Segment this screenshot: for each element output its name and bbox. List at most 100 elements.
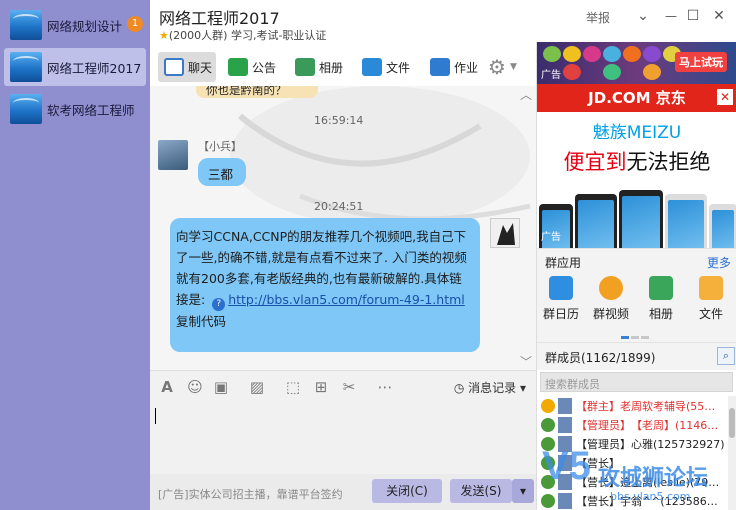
send-options-chevron-icon[interactable]: ▾ bbox=[512, 479, 534, 503]
member-item[interactable]: 【营长】 追上离(leslie)(79… bbox=[541, 472, 725, 492]
text-caret bbox=[155, 408, 156, 424]
tab-homework[interactable]: 作业 bbox=[430, 52, 478, 82]
message-line: 接是: bbox=[176, 292, 206, 307]
conversation-item-soft-exam-network-engineer[interactable]: 软考网络工程师 bbox=[4, 90, 146, 128]
message-bubble-self[interactable]: 向学习CCNA,CCNP的朋友推荐几个视频吧,我自己下 了一些,的确不错,就是有… bbox=[170, 218, 480, 352]
chat-area[interactable]: 你也是黔南的？ 16:59:14 【小兵】 三都 20:24:51 向学习CCN… bbox=[150, 86, 536, 370]
screenshot-icon[interactable]: ⬚ bbox=[284, 378, 302, 396]
tab-bar: 聊天 公告 相册 文件 作业 ⚙ ▼ bbox=[150, 48, 536, 84]
app-files[interactable]: 文件 bbox=[687, 276, 735, 322]
member-icon bbox=[541, 456, 555, 470]
report-button[interactable]: 举报 bbox=[586, 9, 610, 26]
member-list-scrollbar[interactable] bbox=[728, 396, 736, 510]
message-input[interactable] bbox=[150, 402, 536, 474]
emoji-icon[interactable]: ☺ bbox=[186, 378, 204, 396]
cut-icon[interactable]: ✂ bbox=[340, 378, 358, 396]
ad-text-link[interactable]: [广告]实体公司招主播，靠谱平台签约 bbox=[158, 486, 343, 502]
tab-label: 作业 bbox=[454, 60, 479, 75]
shield-icon: ? bbox=[212, 298, 226, 311]
clock-icon: ◷ bbox=[453, 381, 469, 395]
tab-label: 聊天 bbox=[188, 60, 213, 75]
member-icon bbox=[541, 494, 555, 508]
copy-code-link[interactable]: 复制代码 bbox=[176, 311, 474, 332]
tab-album[interactable]: 相册 bbox=[295, 52, 343, 82]
conversation-item-network-planning[interactable]: 网络规划设计 1 bbox=[4, 6, 146, 44]
close-chat-button[interactable]: 关闭(C) bbox=[372, 479, 442, 503]
member-item[interactable]: 【管理员】 心雅(125732927) bbox=[541, 434, 725, 454]
group-members-header: 群成员(1162/1899) ⌕ bbox=[537, 342, 736, 370]
member-item[interactable]: 【营长】 宇翁^^(123586… bbox=[541, 491, 725, 510]
scroll-up-icon[interactable]: ︿ bbox=[520, 86, 532, 103]
member-role: 【营长】 bbox=[576, 476, 620, 489]
scroll-down-icon[interactable]: ﹀ bbox=[520, 353, 532, 370]
fruit-icon bbox=[643, 46, 661, 62]
message-history-button[interactable]: ◷ 消息记录 ▾ bbox=[454, 379, 526, 396]
app-album[interactable]: 相册 bbox=[637, 276, 685, 322]
message-line: 就有200多套,有老版经典的,也有最新破解的.具体链 bbox=[176, 271, 462, 286]
video-icon bbox=[599, 276, 623, 300]
sender-avatar[interactable] bbox=[158, 140, 188, 170]
input-toolbar: A ☺ ▣ ▨ ⬚ ⊞ ✂ ⋯ ◷ 消息记录 ▾ bbox=[150, 370, 536, 402]
tab-files[interactable]: 文件 bbox=[362, 52, 410, 82]
homework-icon bbox=[430, 58, 450, 76]
avatar bbox=[558, 398, 572, 414]
send-button[interactable]: 发送(S) bbox=[450, 479, 512, 503]
close-button[interactable]: ✕ bbox=[708, 6, 730, 26]
minimize-button[interactable]: — bbox=[660, 6, 682, 26]
star-icon: ★ bbox=[159, 29, 169, 42]
member-role: 【管理员】 bbox=[576, 419, 631, 432]
self-avatar[interactable] bbox=[490, 218, 520, 248]
group-avatar bbox=[10, 52, 42, 82]
conversation-label: 网络工程师2017 bbox=[47, 60, 142, 76]
app-video[interactable]: 群视频 bbox=[587, 276, 635, 322]
group-title: 网络工程师2017 bbox=[159, 9, 280, 28]
sender-name[interactable]: 【小兵】 bbox=[198, 138, 242, 154]
avatar bbox=[558, 493, 572, 509]
message-bubble-partial: 你也是黔南的？ bbox=[196, 86, 318, 98]
ad-close-icon[interactable]: ✕ bbox=[717, 89, 733, 105]
member-item[interactable]: 【群主】 老周软考辅导(55… bbox=[541, 396, 725, 416]
more-tools-icon[interactable]: ⋯ bbox=[376, 378, 394, 396]
member-search-input[interactable]: 搜索群成员 bbox=[540, 372, 733, 392]
jd-ad-header[interactable]: JD.COM 京东 ✕ bbox=[537, 84, 736, 112]
member-item[interactable]: 【管理员】 【老周】(1146… bbox=[541, 415, 725, 435]
file-folder-icon bbox=[699, 276, 723, 300]
megaphone-icon bbox=[228, 58, 248, 76]
fruit-icon bbox=[583, 46, 601, 62]
conversation-item-network-engineer-2017[interactable]: 网络工程师2017 bbox=[4, 48, 146, 86]
photo-icon bbox=[295, 58, 315, 76]
admin-icon bbox=[541, 437, 555, 451]
phone-image bbox=[575, 194, 617, 248]
ad-tag: 广告 bbox=[541, 70, 561, 81]
tab-chat[interactable]: 聊天 bbox=[158, 52, 216, 82]
apps-more-link[interactable]: 更多 bbox=[707, 254, 731, 271]
avatar bbox=[558, 474, 572, 490]
game-ad-banner[interactable]: 广告 马上试玩 bbox=[537, 42, 736, 84]
member-name: 宇翁^^(123586… bbox=[620, 495, 718, 508]
chevron-down-icon[interactable]: ⌄ bbox=[632, 6, 654, 26]
message-link[interactable]: http://bbs.vlan5.com/forum-49-1.html bbox=[228, 292, 465, 307]
gift-icon[interactable]: ⊞ bbox=[312, 378, 330, 396]
tab-announcement[interactable]: 公告 bbox=[228, 52, 276, 82]
search-icon[interactable]: ⌕ bbox=[717, 347, 735, 365]
fruit-icon bbox=[623, 46, 641, 62]
chat-bubble-icon bbox=[164, 58, 184, 76]
slogan-part: 便宜到 bbox=[563, 150, 627, 174]
member-role: 【营长】 bbox=[576, 457, 620, 470]
app-calendar[interactable]: 群日历 bbox=[537, 276, 585, 322]
window-header: 网络工程师2017 ★(2000人群) 学习,考试-职业认证 举报 ⌄ — ☐ … bbox=[150, 0, 736, 44]
font-icon[interactable]: A bbox=[158, 378, 176, 396]
try-now-button[interactable]: 马上试玩 bbox=[675, 52, 727, 72]
member-item[interactable]: 【营长】 bbox=[541, 453, 725, 473]
meizu-ad[interactable]: 魅族MEIZU 便宜到无法拒绝 bbox=[537, 112, 736, 248]
member-name: 老周软考辅导(55… bbox=[620, 400, 716, 413]
pager-dots[interactable] bbox=[621, 328, 653, 339]
gif-icon[interactable]: ▣ bbox=[212, 378, 230, 396]
phone-image bbox=[665, 194, 707, 248]
conversation-label: 软考网络工程师 bbox=[47, 102, 135, 118]
image-icon[interactable]: ▨ bbox=[248, 378, 266, 396]
maximize-button[interactable]: ☐ bbox=[682, 6, 704, 26]
tab-more[interactable]: ⚙ ▼ bbox=[488, 52, 517, 82]
message-bubble[interactable]: 三都 bbox=[198, 158, 246, 186]
group-subtitle: ★(2000人群) 学习,考试-职业认证 bbox=[159, 27, 326, 43]
